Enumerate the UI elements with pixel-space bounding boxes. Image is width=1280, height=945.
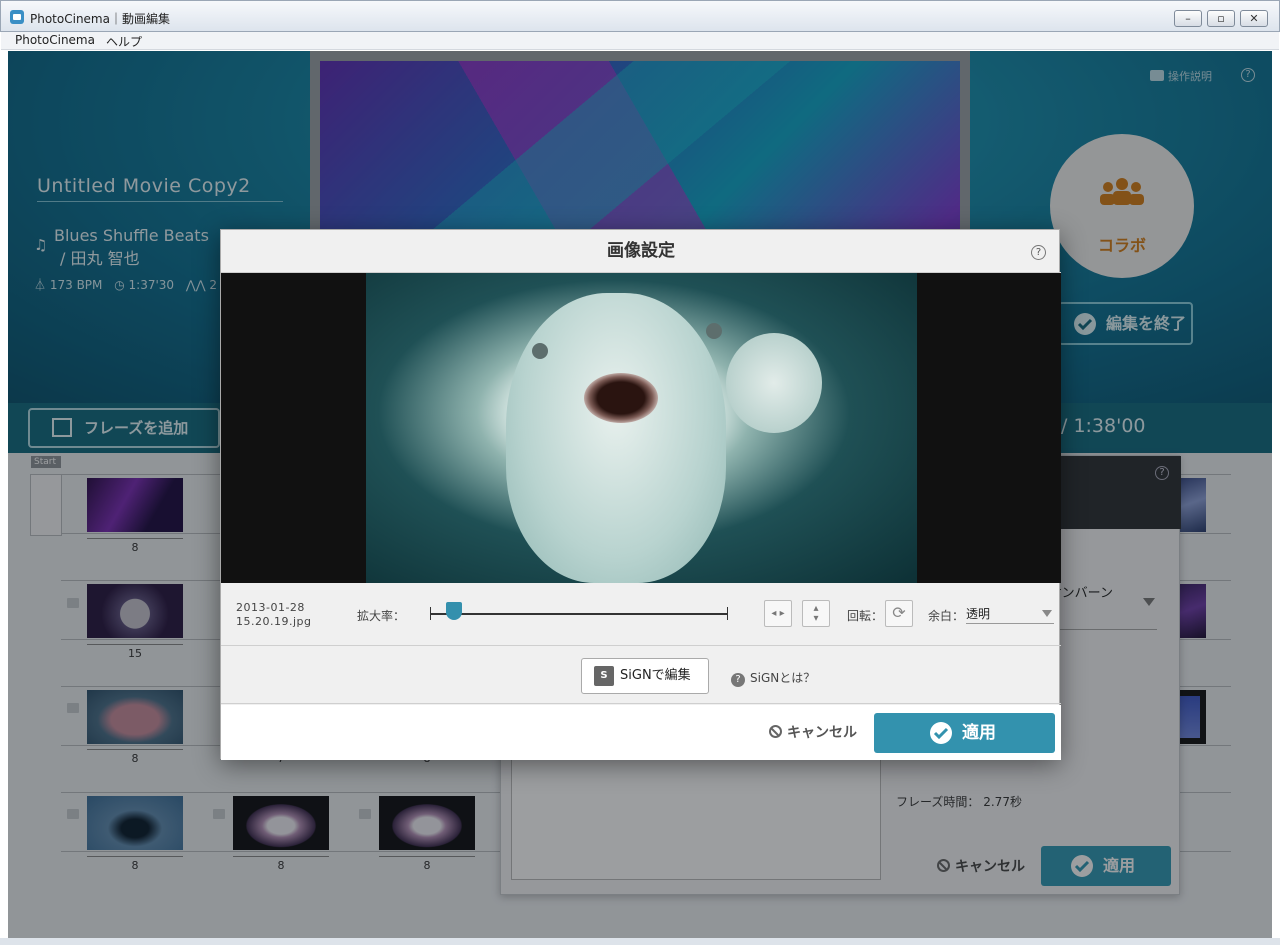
cancel-button[interactable]: キャンセル (769, 722, 857, 742)
minimize-button[interactable]: – (1174, 10, 1202, 27)
cancel-icon (769, 725, 782, 738)
help-icon: ? (731, 673, 745, 687)
about-sign-link[interactable]: ? SiGNとは？ (731, 669, 815, 687)
photo-preview[interactable] (366, 273, 917, 583)
maximize-button[interactable]: ▫ (1207, 10, 1235, 27)
file-date: 2013-01-28 (236, 601, 305, 614)
photo-detail (584, 373, 658, 423)
dialog-footer: キャンセル 適用 (221, 705, 1061, 760)
menu-item-help[interactable]: ヘルプ (106, 33, 142, 50)
cancel-label: キャンセル (787, 725, 857, 741)
window-title: PhotoCinema｜動画編集 (30, 12, 170, 26)
margin-select-value: 透明 (966, 607, 991, 621)
zoom-slider-handle[interactable] (445, 602, 462, 620)
about-sign-label: SiGNとは？ (750, 671, 816, 685)
app-icon (10, 10, 24, 24)
file-name: 2013-01-28 15.20.19.jpg (236, 601, 312, 629)
fit-vertical-icon: ▴ ▾ (813, 603, 819, 624)
close-button[interactable]: ✕ (1240, 10, 1268, 27)
chevron-down-icon (1042, 610, 1052, 617)
edit-with-sign-button[interactable]: S SiGNで編集 (581, 658, 709, 694)
file-time: 15.20.19.jpg (236, 615, 312, 628)
help-icon[interactable]: ? (1031, 245, 1046, 260)
image-settings-dialog: 画像設定 ? 2013-01-28 15.20.19.jpg 拡大率： ◂ ▸ … (220, 229, 1061, 760)
edit-with-sign-label: SiGNで編集 (620, 668, 691, 683)
rotate-button[interactable]: ⟳ (885, 600, 913, 627)
photo-detail (506, 293, 726, 583)
zoom-slider-track[interactable] (430, 613, 728, 615)
menu-item-photocinema[interactable]: PhotoCinema (15, 33, 95, 47)
margin-label: 余白： (928, 609, 965, 623)
zoom-slider-max-cap (727, 607, 728, 620)
menu-bar: PhotoCinema ヘルプ (1, 32, 1279, 50)
photo-detail (706, 323, 722, 339)
image-controls: 2013-01-28 15.20.19.jpg 拡大率： ◂ ▸ ▴ ▾ 回転： … (221, 583, 1061, 646)
rotate-label: 回転： (847, 609, 884, 623)
check-icon (930, 722, 952, 744)
margin-select[interactable]: 透明 (966, 605, 1054, 624)
window-bottom-border (0, 938, 1280, 945)
photo-detail (726, 333, 822, 433)
sign-row: S SiGNで編集 ? SiGNとは？ (221, 647, 1061, 704)
apply-label: 適用 (962, 723, 996, 743)
fit-horizontal-button[interactable]: ◂ ▸ (764, 600, 792, 627)
title-bar: PhotoCinema｜動画編集 – ▫ ✕ (0, 0, 1280, 32)
photo-detail (532, 343, 548, 359)
rotate-icon: ⟳ (892, 603, 906, 622)
fit-vertical-button[interactable]: ▴ ▾ (802, 600, 830, 627)
apply-button[interactable]: 適用 (874, 713, 1055, 753)
dialog-title: 画像設定 (221, 230, 1061, 273)
zoom-label: 拡大率： (357, 609, 406, 623)
sign-app-icon: S (594, 666, 614, 686)
fit-horizontal-icon: ◂ ▸ (771, 608, 785, 619)
image-preview-area (221, 273, 1061, 583)
